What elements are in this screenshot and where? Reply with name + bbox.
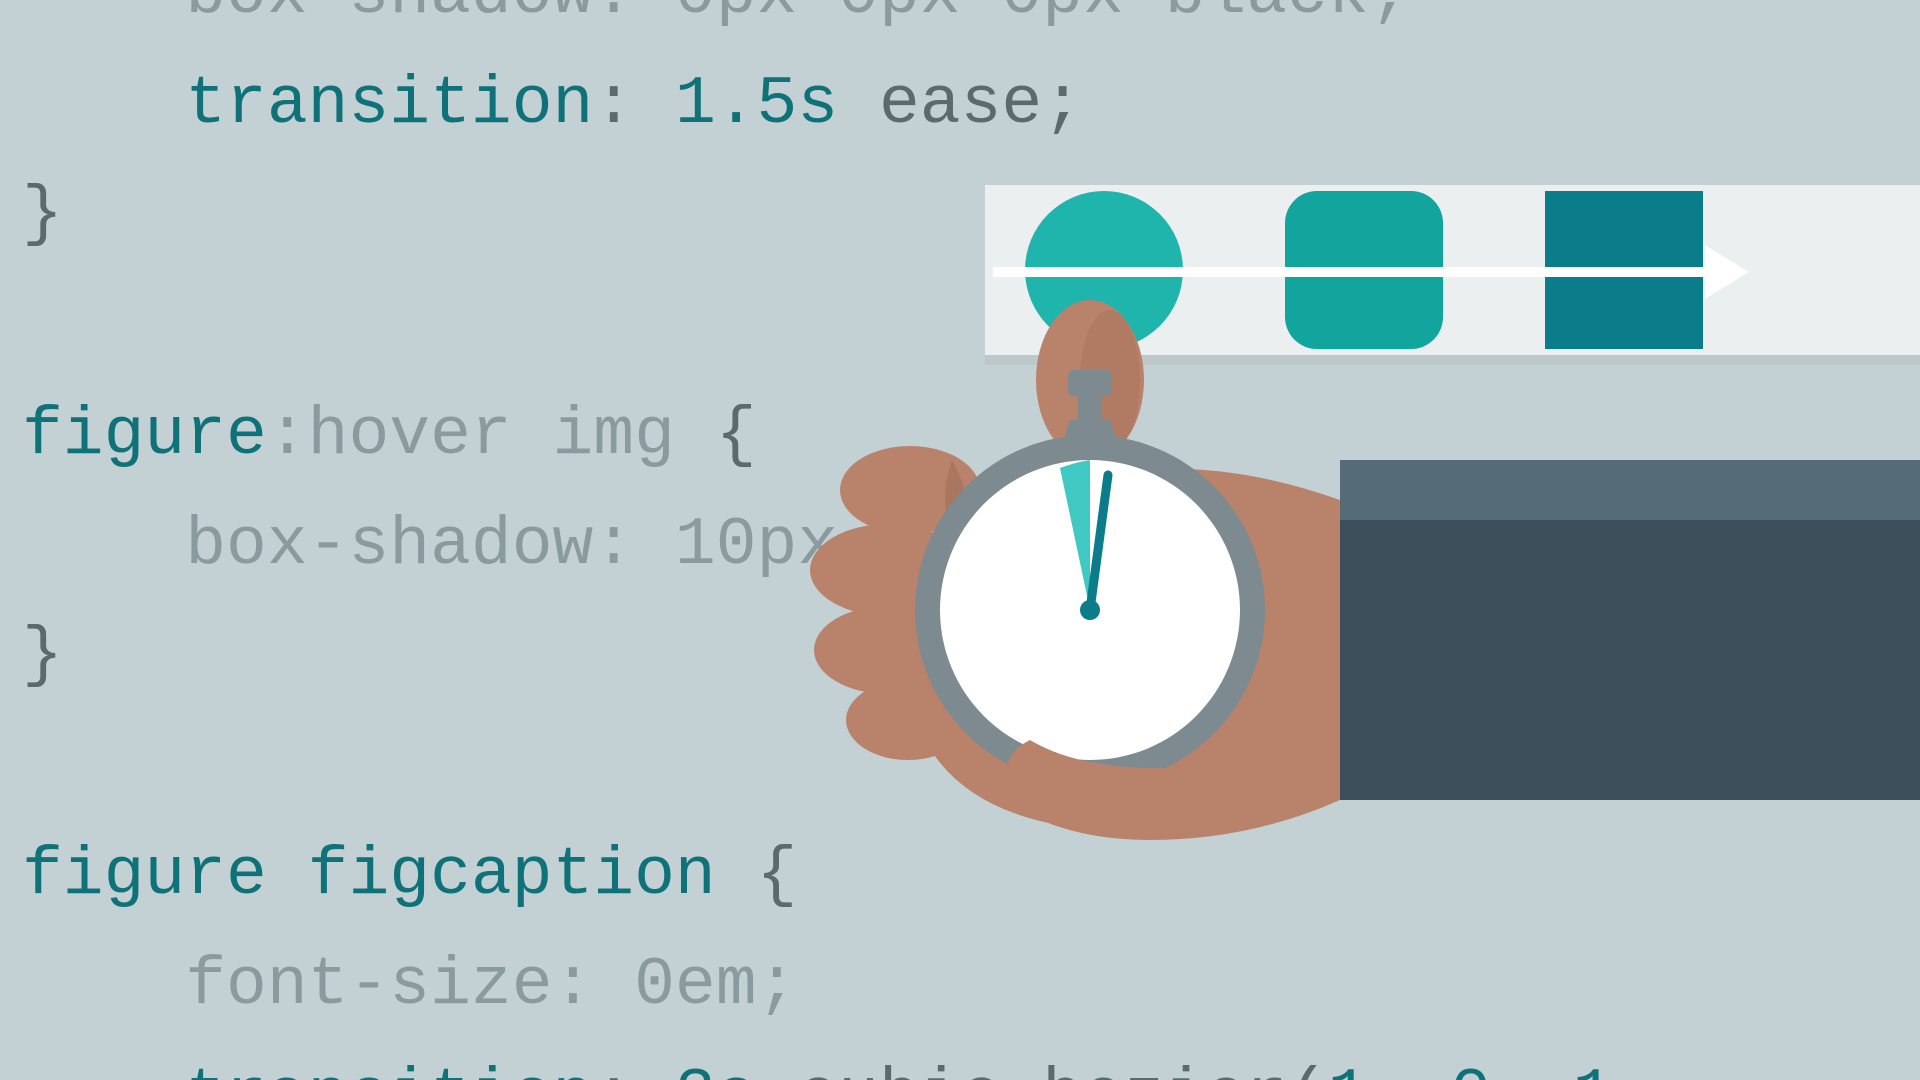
hand-stopwatch-illustration [780, 300, 1920, 900]
code-token: figure figcaption [22, 837, 757, 914]
code-token: ( [1287, 1058, 1328, 1080]
canvas: box-shadow: 0px 0px 0px black; transitio… [0, 0, 1920, 1080]
code-line: transition: 3s cubic-bezier(1, 0, 1, [22, 1042, 1654, 1080]
code-line: box-shadow: 0px 0px 0px black; [22, 0, 1654, 50]
code-token: , [1614, 1058, 1655, 1080]
code-token: 1.5s [675, 66, 838, 143]
code-token: , [1369, 1058, 1451, 1080]
code-token: font-size: 0em; [185, 947, 797, 1024]
code-token [22, 727, 63, 804]
code-token: { [716, 397, 757, 474]
code-token: box-shadow: 0px 0px 0px black; [185, 0, 1409, 33]
code-token: : [593, 1058, 675, 1080]
code-line: transition: 1.5s ease; [22, 50, 1654, 160]
code-token: 1 [1573, 1058, 1614, 1080]
code-token: } [22, 176, 63, 253]
code-token: , [1491, 1058, 1573, 1080]
code-token [22, 286, 63, 363]
code-token: :hover img [267, 397, 716, 474]
code-token: transition [185, 66, 593, 143]
code-token: 3s [675, 1058, 757, 1080]
arrow-line-icon [993, 267, 1713, 277]
code-token: ease; [838, 66, 1083, 143]
arrow-head-icon [1705, 245, 1749, 299]
code-token: 1 [1328, 1058, 1369, 1080]
code-line: font-size: 0em; [22, 931, 1654, 1041]
code-token: : [593, 66, 675, 143]
code-token: } [22, 617, 63, 694]
code-token: figure [22, 397, 267, 474]
code-token: cubic-bezier [757, 1058, 1288, 1080]
code-token: transition [185, 1058, 593, 1080]
code-token: 0 [1450, 1058, 1491, 1080]
